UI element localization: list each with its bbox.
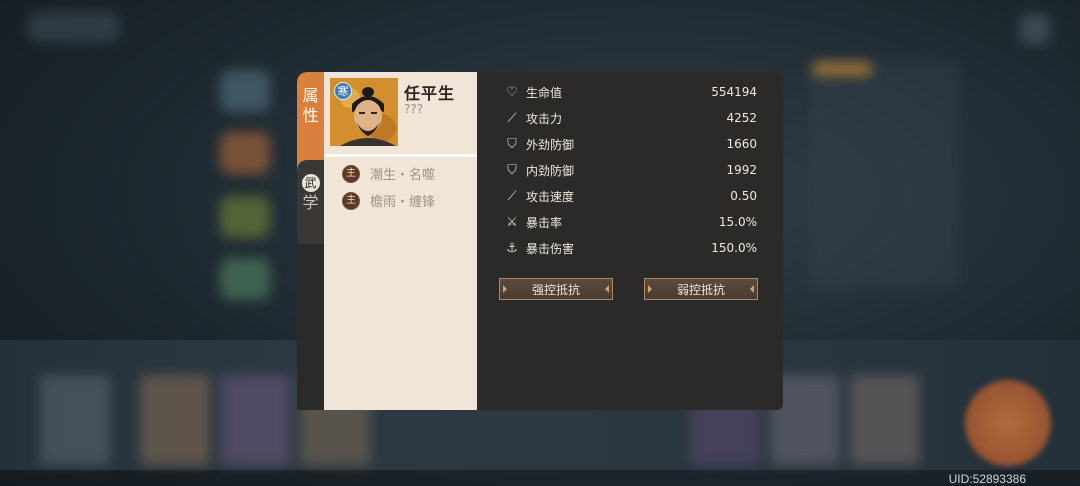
panel-divider xyxy=(324,154,477,157)
background-top-left-button xyxy=(28,12,120,42)
stat-label: 攻击速度 xyxy=(526,189,575,204)
skill-item[interactable]: 主 潮生・名噬 xyxy=(342,164,435,183)
stat-row-outer-defense: ⛉ 外劲防御 1660 xyxy=(503,134,757,154)
skill-name: 潮生・名噬 xyxy=(370,168,436,183)
stat-row-attack: ⟋ 攻击力 4252 xyxy=(503,108,757,128)
shield-icon: ⛉ xyxy=(507,136,517,152)
character-info-dialog: 属 性 武 学 寒 任平生 ??? 主 潮生・名噬 主 檐雨・缠锋 ♡ 生命值 … xyxy=(297,72,783,410)
tab-attributes-char-1: 属 xyxy=(302,86,319,105)
stat-label: 攻击力 xyxy=(526,111,563,126)
stat-row-hp: ♡ 生命值 554194 xyxy=(503,82,757,102)
tab-martial-arts-char-1: 武 xyxy=(301,174,320,192)
skill-name: 檐雨・缠锋 xyxy=(370,195,436,210)
stat-value: 554194 xyxy=(711,85,757,99)
crit-icon: ⚔ xyxy=(506,214,518,230)
stat-value: 15.0% xyxy=(718,215,757,229)
skill-item[interactable]: 主 檐雨・缠锋 xyxy=(342,191,435,210)
element-badge: 寒 xyxy=(334,82,352,100)
stat-value: 1660 xyxy=(726,137,757,151)
strong-control-resist-button[interactable]: 强控抵抗 xyxy=(499,278,613,300)
stat-label: 暴击伤害 xyxy=(526,241,575,256)
character-name: 任平生 xyxy=(404,84,456,103)
weak-control-resist-button[interactable]: 弱控抵抗 xyxy=(644,278,758,300)
stat-row-attack-speed: ⟋ 攻击速度 0.50 xyxy=(503,186,757,206)
stat-value: 0.50 xyxy=(730,189,757,203)
tab-attributes[interactable]: 属 性 xyxy=(297,72,324,170)
stat-label: 内劲防御 xyxy=(526,163,575,178)
stat-row-crit-rate: ⚔ 暴击率 15.0% xyxy=(503,212,757,232)
character-portrait: 寒 xyxy=(330,78,398,146)
stat-label: 外劲防御 xyxy=(526,137,575,152)
sword-icon: ⟋ xyxy=(507,110,517,126)
character-subtitle: ??? xyxy=(404,102,424,116)
tab-martial-arts-char-2: 学 xyxy=(302,193,319,212)
skill-main-icon: 主 xyxy=(342,191,360,210)
tab-martial-arts[interactable]: 武 学 xyxy=(297,160,324,244)
background-action-button xyxy=(965,380,1051,466)
background-top-right-button xyxy=(1020,14,1050,44)
shield-icon: ⛉ xyxy=(507,162,517,178)
uid-label: UID:52893386 xyxy=(948,472,1026,486)
stat-label: 暴击率 xyxy=(526,215,563,230)
stat-label: 生命值 xyxy=(526,85,563,100)
dagger-icon: ⟋ xyxy=(507,188,517,204)
stat-row-crit-damage: ⚓ 暴击伤害 150.0% xyxy=(503,238,757,258)
skill-main-icon: 主 xyxy=(342,164,360,183)
anchor-icon: ⚓ xyxy=(506,240,518,256)
stat-value: 4252 xyxy=(726,111,757,125)
character-panel: 寒 任平生 ??? 主 潮生・名噬 主 檐雨・缠锋 xyxy=(324,72,477,410)
side-tabs: 属 性 武 学 xyxy=(297,72,324,410)
stat-value: 150.0% xyxy=(711,241,757,255)
background-right-panel xyxy=(810,60,960,290)
heart-icon: ♡ xyxy=(506,84,518,100)
stat-value: 1992 xyxy=(726,163,757,177)
stats-panel: ♡ 生命值 554194 ⟋ 攻击力 4252 ⛉ 外劲防御 1660 ⛉ 内劲… xyxy=(477,72,783,410)
tab-attributes-char-2: 性 xyxy=(302,106,319,125)
stat-row-inner-defense: ⛉ 内劲防御 1992 xyxy=(503,160,757,180)
